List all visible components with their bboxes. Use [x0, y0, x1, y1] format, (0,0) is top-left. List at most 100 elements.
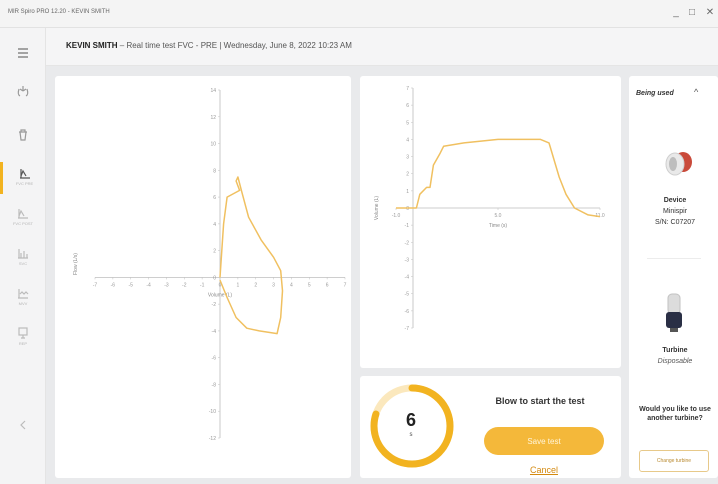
sidebar-item-label: SVC	[18, 261, 28, 266]
data-curve	[396, 138, 601, 218]
y-tick-label: 2	[213, 249, 216, 255]
y-axis-label: Volume (L)	[374, 196, 380, 221]
y-tick-label: 4	[213, 222, 216, 228]
volume-time-panel: 7 6 5 4 3 2 1 0 -1 -2 -3 -4 -5 -6 -7 -1.0 5.0 11.0 Time (s…	[360, 76, 621, 368]
x-tick-label: 5	[308, 282, 311, 288]
turbine-question: Would you like to use another turbine?	[639, 406, 711, 422]
y-tick-label: 0	[213, 275, 216, 281]
sidebar-item-fvc-post[interactable]: FVC POST	[0, 202, 46, 234]
y-tick-label: -5	[405, 292, 410, 298]
countdown-value: 6	[405, 410, 416, 430]
sidebar: FVC PRE FVC POST SVC MVV REP	[0, 28, 46, 484]
sidebar-item-svc[interactable]: SVC	[0, 242, 46, 274]
x-tick-label: 2	[254, 282, 257, 288]
y-tick-label: 4	[406, 137, 409, 143]
y-tick-label: 6	[213, 195, 216, 201]
y-tick-label: 7	[406, 86, 409, 92]
mvv-icon	[18, 289, 29, 299]
y-tick-label: 6	[406, 103, 409, 109]
y-axis-label: Flow (L/s)	[73, 253, 79, 275]
turbine-name: Turbine	[662, 347, 688, 354]
chevron-up-icon[interactable]: ^	[694, 87, 698, 97]
sidebar-item-delete[interactable]	[0, 124, 46, 156]
sidebar-item-back[interactable]	[0, 414, 46, 446]
turbine-type: Disposable	[657, 358, 693, 365]
maximize-button[interactable]: □	[686, 7, 698, 19]
close-button[interactable]: ✕	[704, 7, 716, 19]
instruction-text: Blow to start the test	[495, 396, 585, 406]
y-tick-label: -12	[209, 436, 216, 442]
device-serial: S/N: C07207	[654, 219, 696, 226]
test-details: – Real time test FVC - PRE | Wednesday, …	[117, 41, 352, 50]
sidebar-item-label: REP	[18, 341, 28, 346]
y-tick-label: -10	[209, 409, 216, 415]
trash-icon	[19, 129, 27, 141]
x-tick-label: 4	[290, 282, 293, 288]
data-curve	[219, 176, 284, 335]
sidebar-item-label: MVV	[18, 301, 28, 306]
y-tick-label: 1	[406, 189, 409, 195]
x-tick-label: -7	[93, 282, 98, 288]
y-tick-label: -4	[212, 329, 217, 335]
x-tick-label: -6	[111, 282, 116, 288]
svc-icon	[18, 249, 28, 259]
sidebar-item-label: FVC POST	[12, 221, 33, 226]
device-image	[665, 152, 692, 176]
fvc-post-icon	[18, 209, 28, 219]
x-tick-label: 7	[344, 282, 347, 288]
device-model: Minispir	[662, 208, 688, 215]
patient-header: KEVIN SMITH – Real time test FVC - PRE |…	[46, 28, 718, 66]
change-turbine-button[interactable]: Change turbine	[639, 450, 709, 472]
y-tick-label: -6	[212, 356, 217, 362]
menu-button[interactable]	[0, 42, 46, 74]
y-tick-label: -8	[212, 382, 217, 388]
y-tick-label: -2	[405, 240, 410, 246]
header-text: KEVIN SMITH – Real time test FVC - PRE |…	[66, 41, 352, 50]
y-tick-label: 5	[406, 120, 409, 126]
x-tick-label: 5.0	[495, 213, 502, 219]
countdown-unit: s	[409, 432, 413, 438]
sidebar-item-mvv[interactable]: MVV	[0, 282, 46, 314]
sidebar-item-label: FVC PRE	[15, 181, 34, 186]
sidebar-item-lungs[interactable]	[0, 80, 46, 112]
menu-icon	[18, 48, 28, 58]
y-tick-label: -4	[405, 275, 410, 281]
x-tick-label: 6	[326, 282, 329, 288]
being-used-title: Being used	[636, 90, 674, 97]
window-title: MIR Spiro PRO 12.20 - KEVIN SMITH	[8, 9, 110, 15]
save-test-button[interactable]: Save test	[484, 427, 604, 455]
y-tick-label: -7	[405, 326, 410, 332]
x-tick-label: -4	[146, 282, 151, 288]
y-tick-label: 3	[406, 155, 409, 161]
divider	[647, 258, 701, 259]
y-tick-label: 0	[406, 206, 409, 212]
flow-volume-chart: 14121086420-2-4-6-8-10-12-7 -6 -5 -4 -3 -2 -1 0…	[73, 88, 347, 442]
x-axis-label: Time (s)	[489, 223, 507, 229]
y-tick-label: 8	[213, 168, 216, 174]
sidebar-item-report[interactable]: REP	[0, 322, 46, 354]
lungs-icon	[17, 86, 29, 97]
y-tick-label: 2	[406, 172, 409, 178]
y-tick-label: -6	[405, 309, 410, 315]
y-tick-label: 10	[210, 142, 216, 148]
back-icon	[20, 420, 26, 430]
cancel-link[interactable]: Cancel	[484, 465, 604, 475]
flow-volume-panel: 14 12 10 8 6 4 2 0 -2 -4 -6 -8 -10 -12 -7 -6 -5 -4 -3 -2 -1 0…	[55, 76, 351, 478]
x-tick-label: -3	[164, 282, 169, 288]
x-tick-label: -5	[128, 282, 133, 288]
minimize-button[interactable]: _	[670, 7, 682, 19]
patient-name: KEVIN SMITH	[66, 41, 118, 50]
sidebar-item-fvc-pre[interactable]: FVC PRE	[0, 162, 46, 194]
y-tick-label: -3	[405, 257, 410, 263]
volume-time-chart: 76543210-1-2-3-4-5-6-7-1.0 5.0 11.0Time (s…	[374, 86, 605, 332]
x-tick-label: 1	[236, 282, 239, 288]
y-tick-label: -1	[405, 223, 410, 229]
device-name: Device	[663, 197, 687, 204]
fvc-test-icon	[19, 169, 30, 179]
report-icon	[18, 327, 28, 339]
x-tick-label: -1.0	[392, 213, 401, 219]
x-tick-label: -2	[182, 282, 187, 288]
x-axis-label: Volume (L)	[208, 292, 233, 298]
x-tick-label: 3	[272, 282, 275, 288]
y-tick-label: -2	[212, 302, 217, 308]
